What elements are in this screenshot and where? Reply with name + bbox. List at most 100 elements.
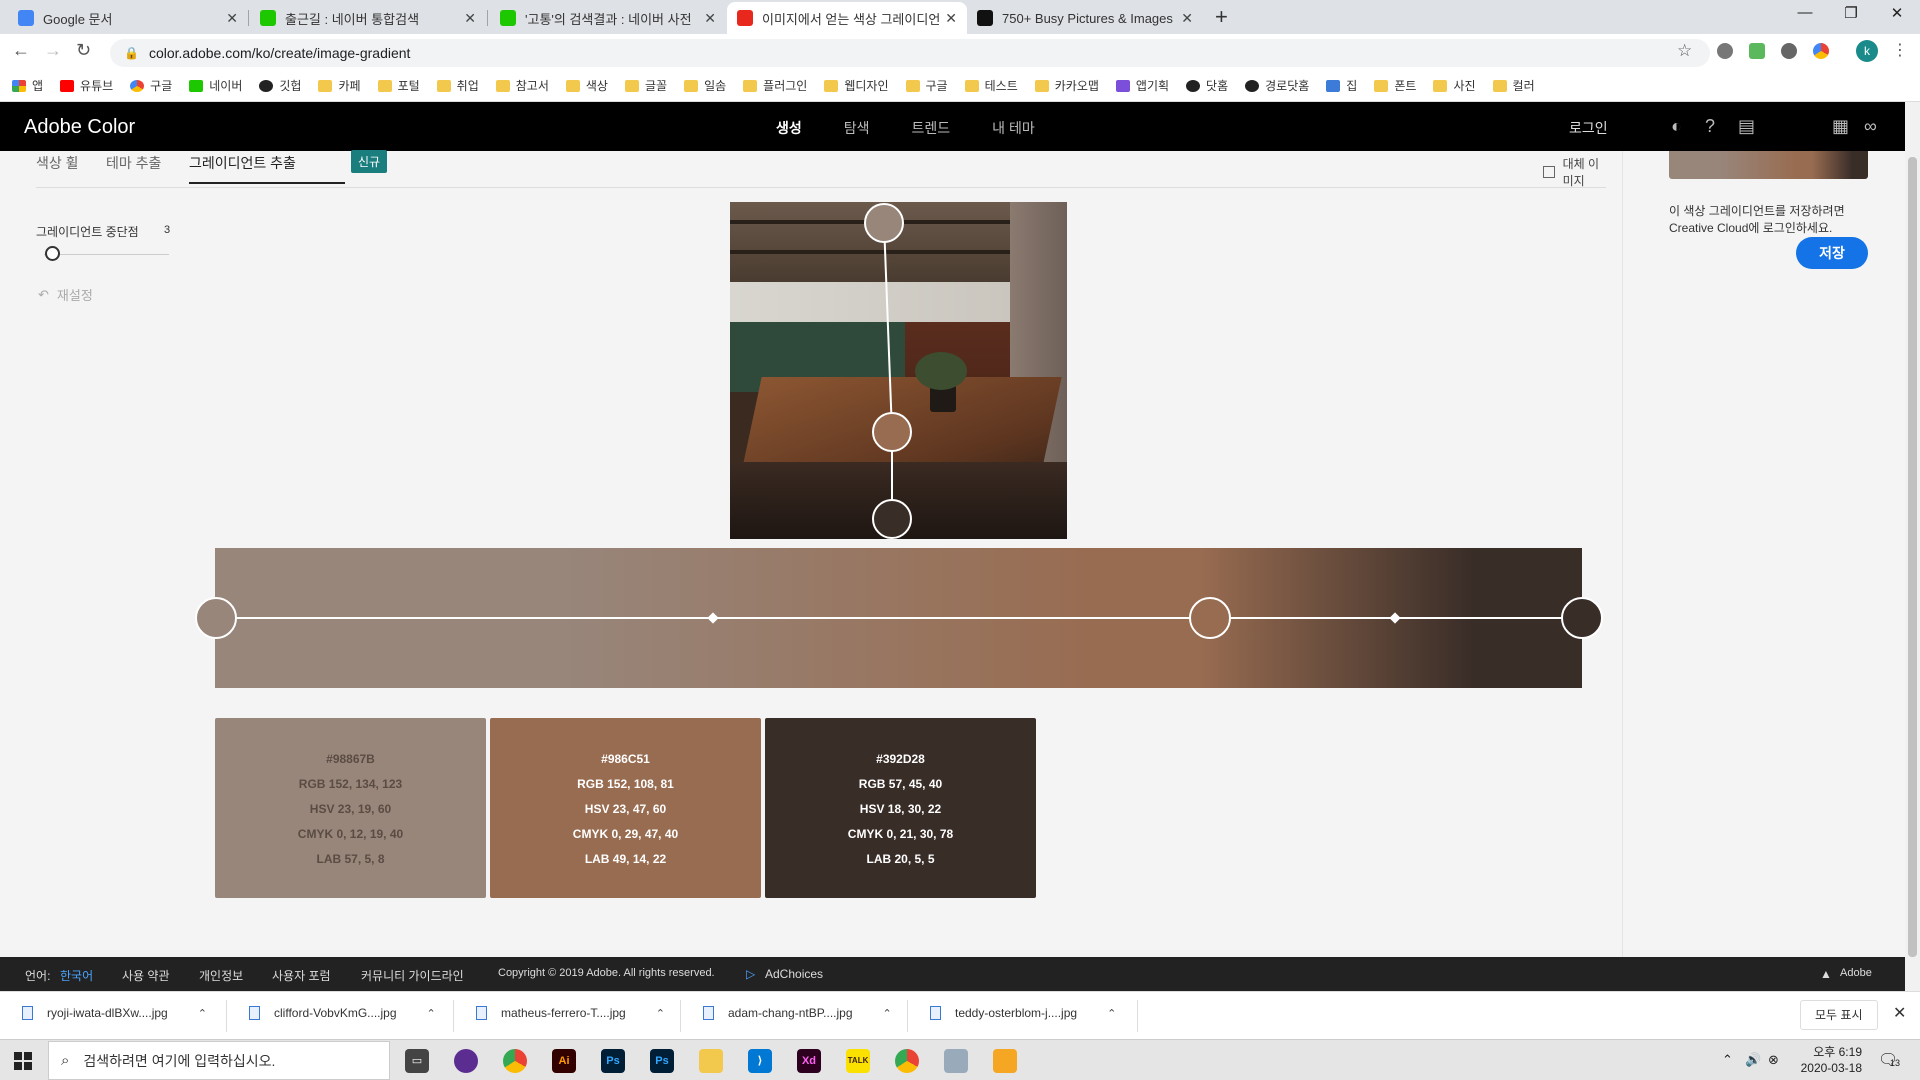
gradient-stop-handle-3[interactable] (1561, 597, 1603, 639)
alt-image-button[interactable]: 대체 이미지 (1543, 155, 1606, 189)
reset-button[interactable]: ↶ 재설정 (38, 285, 93, 304)
bookmark-item[interactable]: 플러그인 (743, 77, 807, 94)
nav-trends[interactable]: 트렌드 (912, 118, 951, 138)
color-picker-extension-icon[interactable] (1813, 43, 1829, 59)
menu-icon[interactable]: ⋮ (1892, 40, 1908, 60)
download-item[interactable]: teddy-osterblom-j....jpg ⌃ (930, 1006, 1116, 1020)
extension-icon[interactable] (1781, 43, 1797, 59)
bookmark-item[interactable]: 카카오맵 (1034, 77, 1099, 94)
swatch-2[interactable]: #986C51 RGB 152, 108, 81 HSV 23, 47, 60 … (490, 718, 761, 898)
download-item[interactable]: ryoji-iwata-dlBXw....jpg ⌃ (22, 1006, 207, 1020)
chevron-up-icon[interactable]: ⌃ (656, 1007, 665, 1020)
tab-google-docs[interactable]: Google 문서 ✕ (8, 2, 248, 34)
chevron-up-icon[interactable]: ⌃ (427, 1007, 436, 1020)
vscode-icon[interactable]: ⟩ (748, 1049, 772, 1073)
swatch-1[interactable]: #98867B RGB 152, 134, 123 HSV 23, 19, 60… (215, 718, 486, 898)
file-explorer-icon[interactable] (699, 1049, 723, 1073)
nav-my-themes[interactable]: 내 테마 (992, 118, 1035, 138)
download-item[interactable]: clifford-VobvKmG....jpg ⌃ (249, 1006, 436, 1020)
bookmark-item[interactable]: 유튜브 (60, 77, 113, 94)
photo-sample-point-2[interactable] (872, 412, 912, 452)
forward-icon[interactable]: → (44, 40, 62, 61)
photoshop-icon[interactable]: Ps (650, 1049, 674, 1073)
bookmark-item[interactable]: 카페 (318, 77, 361, 94)
bookmark-item[interactable]: 네이버 (189, 77, 242, 94)
reload-icon[interactable]: ↻ (76, 40, 91, 61)
windows-start-icon[interactable] (14, 1052, 32, 1070)
window-close-icon[interactable]: ✕ (1874, 4, 1920, 22)
tab-naver-dict[interactable]: '고통'의 검색결과 : 네이버 사전 ✕ (490, 2, 726, 34)
brand-logo[interactable]: Adobe Color (24, 116, 135, 139)
bookmark-star-icon[interactable]: ☆ (1677, 41, 1692, 61)
creative-cloud-icon[interactable]: ∞ (1864, 116, 1877, 137)
gradient-stop-slider-knob[interactable] (45, 246, 60, 261)
close-icon[interactable]: ✕ (226, 10, 238, 27)
bookmark-item[interactable]: 구글 (905, 77, 948, 94)
photo-sample-point-3[interactable] (872, 499, 912, 539)
bookmark-item[interactable]: 색상 (565, 77, 608, 94)
scrollbar-thumb[interactable] (1908, 157, 1917, 957)
forum-link[interactable]: 사용자 포럼 (272, 967, 331, 984)
app-icon[interactable] (944, 1049, 968, 1073)
bookmark-item[interactable]: 폰트 (1374, 77, 1416, 94)
bookmark-item[interactable]: 앱기획 (1115, 77, 1169, 94)
download-item[interactable]: matheus-ferrero-T....jpg ⌃ (476, 1006, 665, 1020)
back-icon[interactable]: ← (12, 40, 30, 61)
restore-icon[interactable]: ❐ (1828, 4, 1874, 22)
bookmark-item[interactable]: 참고서 (495, 77, 549, 94)
close-icon[interactable]: ✕ (704, 10, 716, 27)
chrome-icon[interactable] (503, 1049, 527, 1073)
tab-extract-gradient[interactable]: 그레이디언트 추출 (189, 153, 345, 184)
new-tab-button[interactable]: + (1215, 4, 1228, 30)
bookmark-item[interactable]: 일솜 (684, 77, 726, 94)
app-icon[interactable] (454, 1049, 478, 1073)
chevron-up-icon[interactable]: ⌃ (1722, 1052, 1733, 1068)
close-icon[interactable]: ✕ (464, 10, 476, 27)
gradient-stop-handle-2[interactable] (1189, 597, 1231, 639)
tab-naver-search[interactable]: 출근길 : 네이버 통합검색 ✕ (250, 2, 486, 34)
task-view-icon[interactable]: ▭ (405, 1049, 429, 1073)
photoshop-icon[interactable]: Ps (601, 1049, 625, 1073)
contrast-icon[interactable]: ◐ (1671, 116, 1682, 137)
bookmark-item[interactable]: 컬러 (1492, 77, 1535, 94)
bookmark-item[interactable]: 취업 (436, 77, 479, 94)
terms-link[interactable]: 사용 약관 (122, 967, 170, 984)
chevron-up-icon[interactable]: ⌃ (883, 1007, 892, 1020)
bookmark-item[interactable]: 사진 (1433, 77, 1476, 94)
download-item[interactable]: adam-chang-ntBP....jpg ⌃ (703, 1006, 892, 1020)
close-icon[interactable]: ✕ (945, 10, 957, 27)
bookmark-item[interactable]: 글꼴 (624, 77, 667, 94)
volume-icon[interactable]: 🔊 (1745, 1052, 1761, 1068)
nav-create[interactable]: 생성 (776, 118, 802, 138)
guidelines-link[interactable]: 커뮤니티 가이드라인 (361, 967, 464, 984)
bookmark-item[interactable]: 테스트 (964, 77, 1018, 94)
privacy-link[interactable]: 개인정보 (199, 967, 243, 984)
minimize-icon[interactable]: — (1782, 4, 1828, 21)
save-button[interactable]: 저장 (1796, 237, 1868, 269)
bookmark-item[interactable]: 경로닷홈 (1245, 77, 1309, 94)
bookmark-item[interactable]: 웹디자인 (824, 77, 889, 94)
close-icon[interactable]: ✕ (1181, 10, 1193, 27)
gradient-stop-slider-track[interactable] (44, 254, 169, 255)
taskbar-search[interactable]: ⌕ 검색하려면 여기에 입력하십시오. (48, 1041, 390, 1080)
photo-sample-point-1[interactable] (864, 203, 904, 243)
apps-grid-icon[interactable]: ▦ (1832, 116, 1849, 137)
chevron-up-icon[interactable]: ⌃ (198, 1007, 207, 1020)
extension-icon[interactable] (1717, 43, 1733, 59)
kakaotalk-icon[interactable]: TALK (846, 1049, 870, 1073)
adchoices-link[interactable]: AdChoices (765, 967, 823, 981)
nav-explore[interactable]: 탐색 (844, 118, 870, 138)
extension-icon[interactable] (1749, 43, 1765, 59)
system-clock[interactable]: 오후 6:19 2020-03-18 (1790, 1044, 1862, 1076)
tab-adobe-color[interactable]: 이미지에서 얻는 색상 그레이디언트 ✕ (727, 2, 967, 34)
language-link[interactable]: 한국어 (60, 967, 93, 984)
app-icon[interactable] (993, 1049, 1017, 1073)
bookmark-item[interactable]: 깃헙 (259, 77, 301, 94)
tab-unsplash[interactable]: 750+ Busy Pictures & Images [HD] ✕ (967, 2, 1203, 34)
close-downloads-icon[interactable]: ✕ (1893, 1003, 1906, 1023)
address-bar[interactable]: 🔒 color.adobe.com/ko/create/image-gradie… (110, 39, 1710, 67)
illustrator-icon[interactable]: Ai (552, 1049, 576, 1073)
xd-icon[interactable]: Xd (797, 1049, 821, 1073)
tab-color-wheel[interactable]: 색상 휠 (36, 153, 79, 173)
chevron-up-icon[interactable]: ⌃ (1107, 1007, 1116, 1020)
